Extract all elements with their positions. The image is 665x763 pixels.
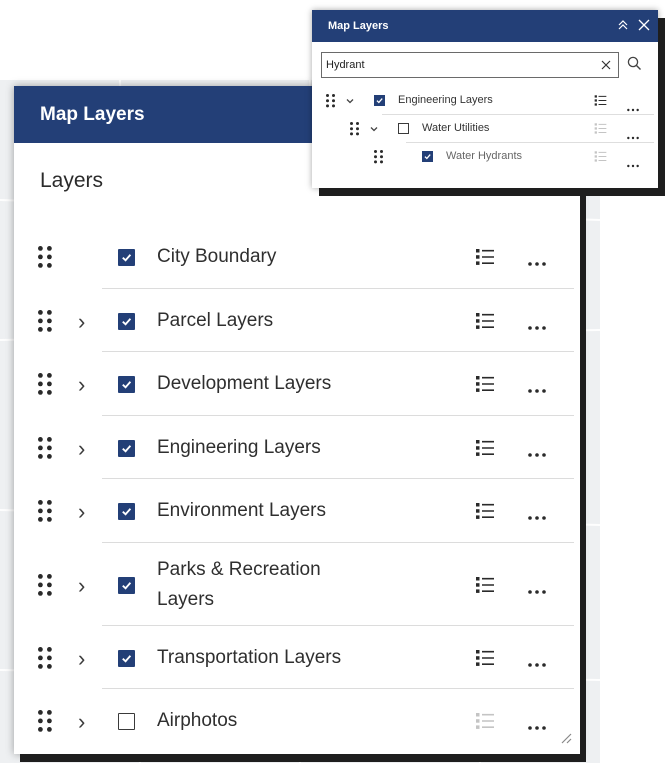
layer-label: Parcel Layers [157, 309, 274, 331]
resize-handle-icon[interactable] [560, 732, 572, 744]
legend-list-icon[interactable] [594, 94, 607, 107]
layer-label: Environment Layers [157, 500, 326, 521]
drag-handle-icon[interactable] [38, 309, 56, 332]
search-result-row: Water Hydrants [312, 143, 658, 171]
layer-row: › Parcel Layers [14, 289, 580, 352]
layer-label: Engineering Layers [157, 436, 321, 458]
drag-handle-icon[interactable] [38, 646, 56, 669]
drag-handle-icon[interactable] [38, 436, 56, 459]
search-panel-titlebar: Map Layers [312, 10, 658, 42]
layer-checkbox[interactable] [118, 376, 135, 393]
more-options-icon[interactable] [527, 318, 547, 330]
search-result-row: Water Utilities [312, 115, 658, 143]
legend-list-icon[interactable] [475, 648, 495, 668]
more-options-icon[interactable] [527, 381, 547, 393]
layer-row: › Engineering Layers [14, 416, 580, 479]
legend-list-icon[interactable] [475, 438, 495, 458]
drag-handle-icon[interactable] [350, 122, 360, 136]
more-options-icon[interactable] [626, 155, 640, 168]
more-options-icon[interactable] [626, 99, 640, 112]
search-field [321, 52, 619, 78]
legend-list-icon[interactable] [594, 150, 607, 163]
more-options-icon[interactable] [527, 582, 547, 594]
clear-icon[interactable] [601, 60, 611, 70]
layer-label: Engineering Layers [398, 94, 493, 106]
drag-handle-icon[interactable] [38, 500, 56, 522]
legend-list-icon[interactable] [475, 247, 495, 267]
layer-checkbox[interactable] [118, 576, 135, 594]
layer-row: › Transportation Layers [14, 626, 580, 689]
more-options-icon[interactable] [626, 127, 640, 140]
layer-label: City Boundary [157, 246, 277, 267]
search-result-row: Engineering Layers [312, 87, 658, 115]
drag-handle-icon[interactable] [326, 94, 336, 108]
layer-label: Parks & Recreation Layers [157, 558, 321, 610]
legend-list-icon[interactable] [475, 501, 495, 521]
more-options-icon[interactable] [527, 718, 547, 730]
legend-list-icon[interactable] [475, 711, 495, 731]
more-options-icon[interactable] [527, 445, 547, 457]
layer-row: › Parks & Recreation Layers [14, 543, 580, 626]
search-input[interactable] [322, 53, 586, 77]
layer-checkbox[interactable] [118, 312, 135, 330]
drag-handle-icon[interactable] [38, 246, 56, 268]
legend-list-icon[interactable] [475, 575, 495, 595]
layer-row: › Airphotos [14, 689, 580, 752]
legend-list-icon[interactable] [475, 374, 495, 394]
more-options-icon[interactable] [527, 655, 547, 667]
drag-handle-icon[interactable] [38, 709, 56, 732]
more-options-icon[interactable] [527, 508, 547, 520]
chevron-right-icon[interactable]: › [78, 573, 85, 599]
layer-checkbox[interactable] [422, 151, 433, 162]
chevron-right-icon[interactable]: › [78, 499, 85, 525]
drag-handle-icon[interactable] [374, 150, 384, 164]
drag-handle-icon[interactable] [38, 373, 56, 395]
layer-label: Airphotos [157, 709, 238, 731]
chevron-right-icon[interactable]: › [78, 436, 85, 462]
map-layers-search-panel: Map Layers Engineering Layers Water Util… [312, 10, 658, 188]
layer-row: › Development Layers [14, 352, 580, 416]
layer-label: Development Layers [157, 373, 332, 394]
layer-checkbox[interactable] [374, 95, 385, 106]
collapse-icon[interactable] [617, 19, 629, 31]
search-icon[interactable] [627, 56, 642, 71]
legend-list-icon[interactable] [475, 311, 495, 331]
layer-checkbox[interactable] [118, 712, 135, 730]
layer-checkbox[interactable] [118, 503, 135, 520]
layer-row: City Boundary [14, 225, 580, 289]
layer-checkbox[interactable] [398, 123, 409, 134]
legend-list-icon[interactable] [594, 122, 607, 135]
chevron-down-icon[interactable] [345, 96, 355, 109]
search-panel-title: Map Layers [328, 20, 389, 32]
layer-checkbox[interactable] [118, 649, 135, 667]
layer-label: Water Utilities [422, 122, 490, 134]
chevron-down-icon[interactable] [369, 124, 379, 137]
layer-checkbox[interactable] [118, 249, 135, 266]
chevron-right-icon[interactable]: › [78, 709, 85, 735]
more-options-icon[interactable] [527, 254, 547, 266]
layer-label: Transportation Layers [157, 646, 342, 668]
chevron-right-icon[interactable]: › [78, 309, 85, 335]
chevron-right-icon[interactable]: › [78, 372, 85, 398]
layer-label: Water Hydrants [446, 150, 523, 162]
layer-checkbox[interactable] [118, 439, 135, 457]
close-icon[interactable] [638, 19, 650, 31]
chevron-right-icon[interactable]: › [78, 646, 85, 672]
layer-row: › Environment Layers [14, 479, 580, 543]
drag-handle-icon[interactable] [38, 573, 56, 596]
